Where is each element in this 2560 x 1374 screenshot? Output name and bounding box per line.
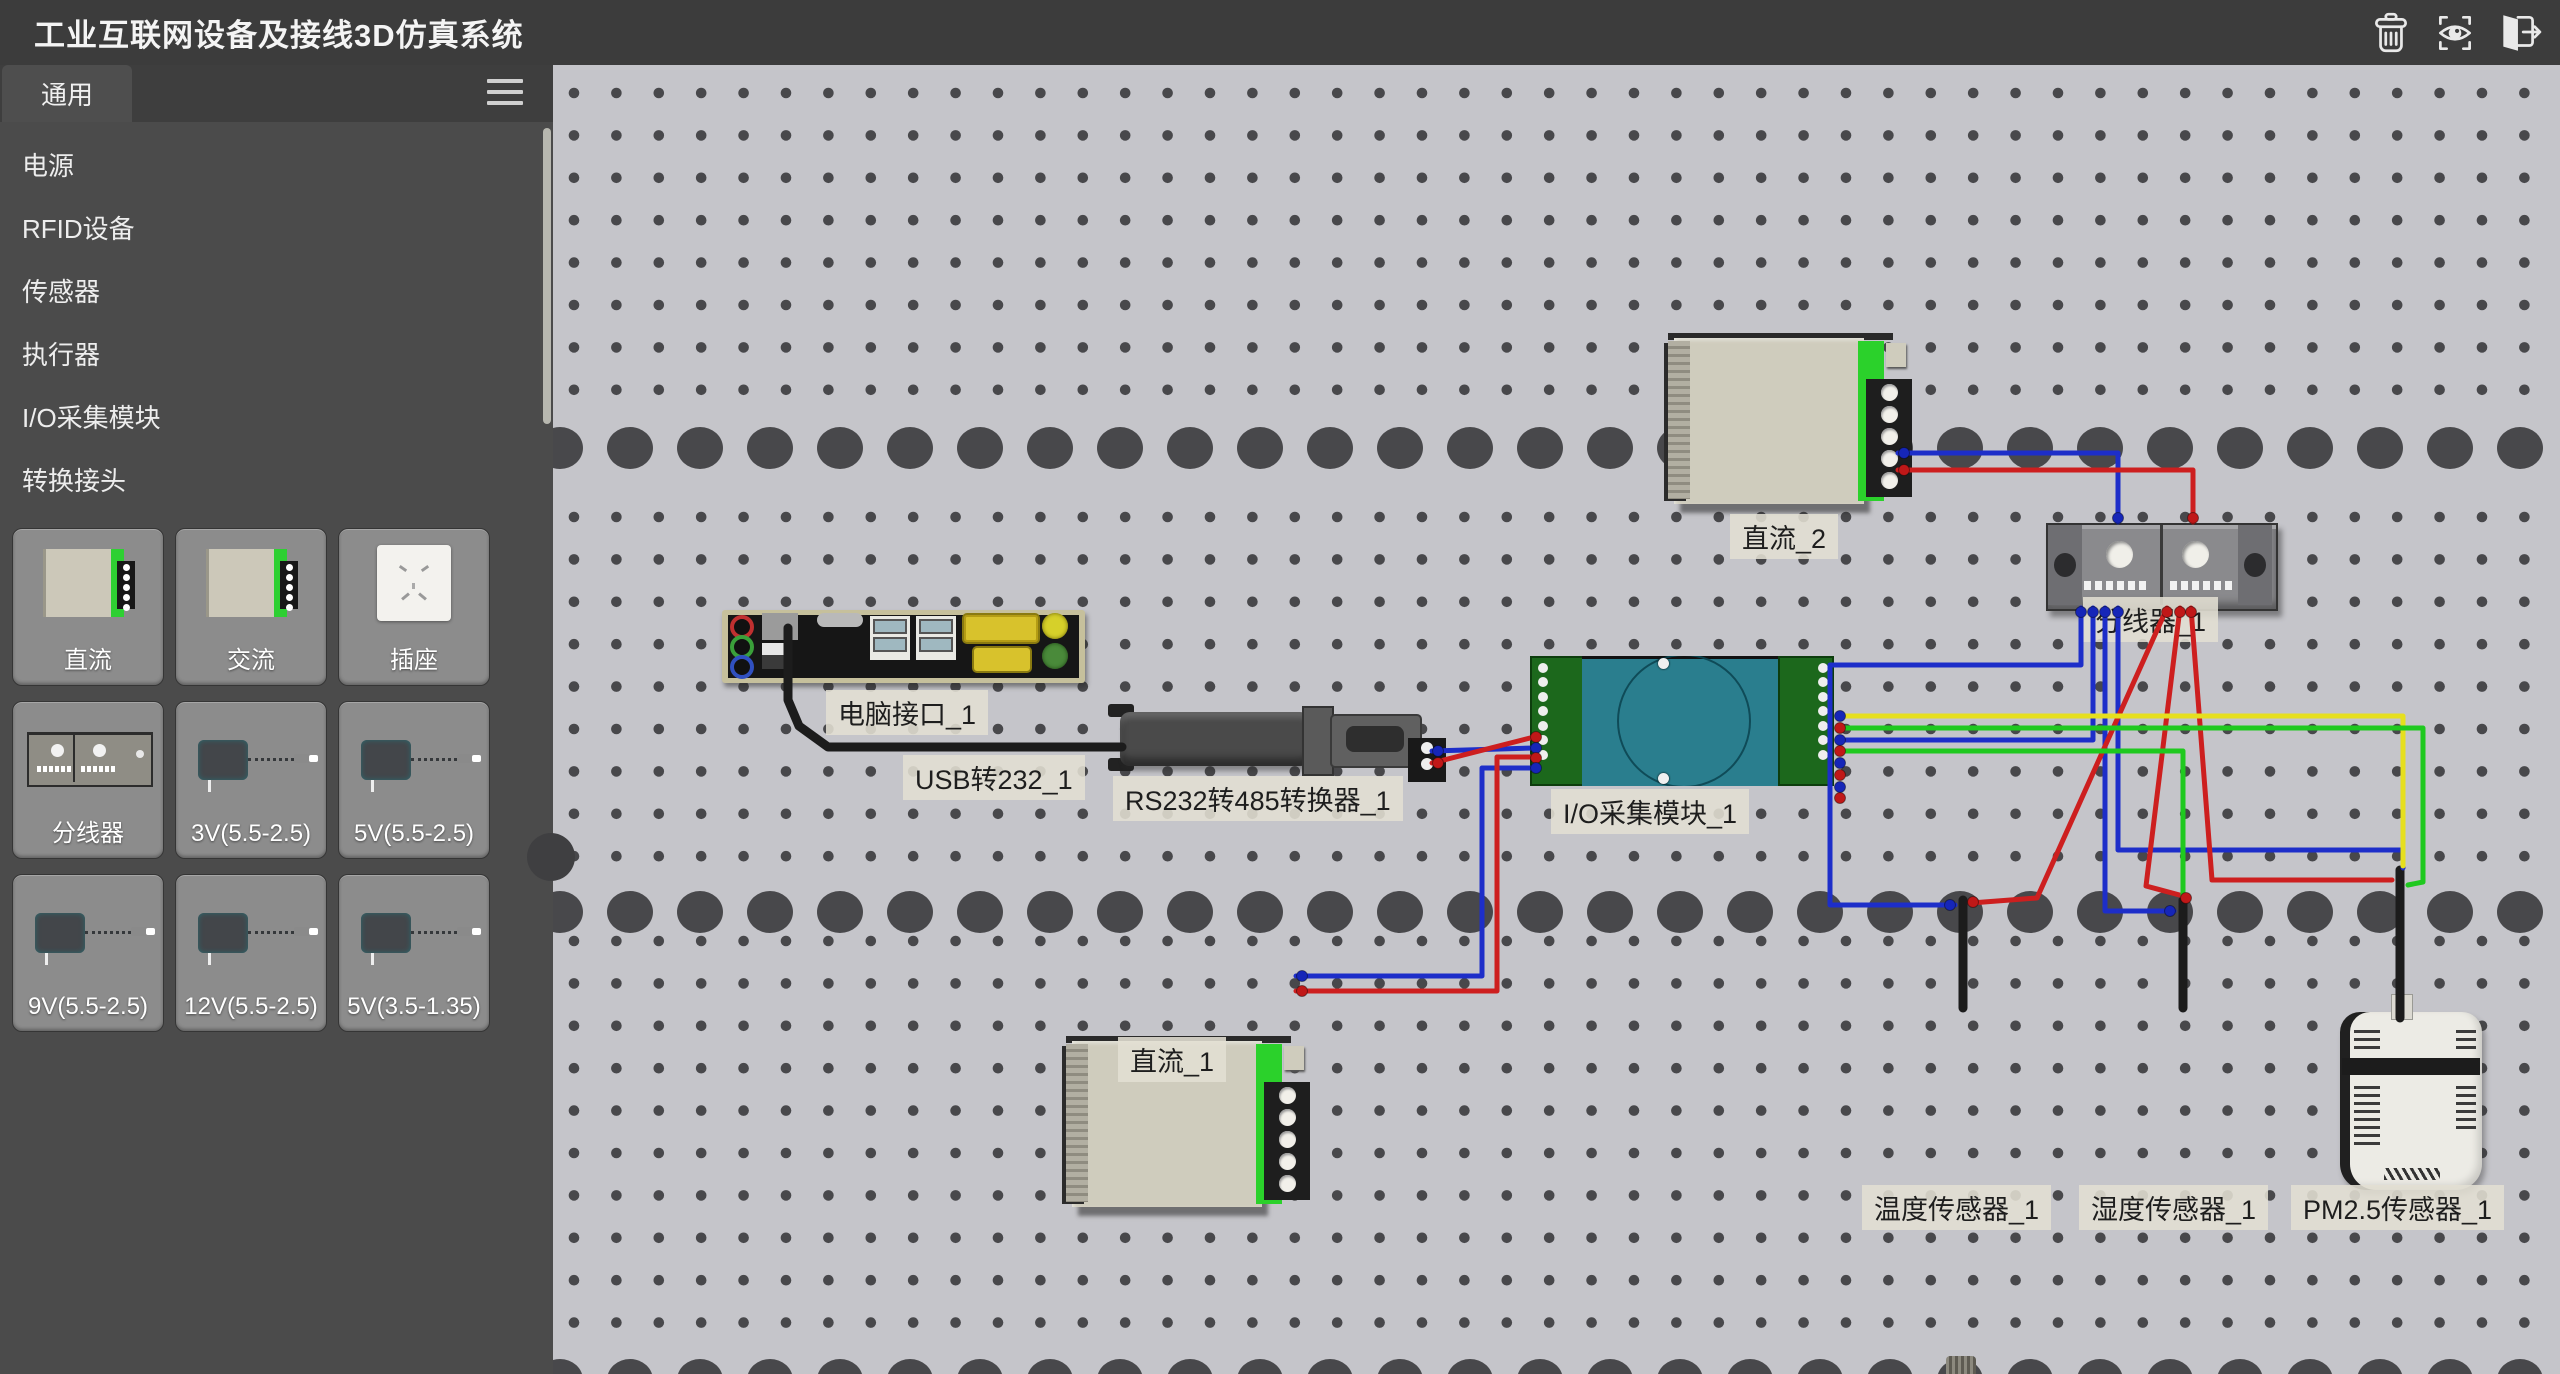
device-temperature-sensor[interactable] [1900, 1356, 2020, 1374]
label-hum-sensor: 湿度传感器_1 [2079, 1185, 2268, 1230]
adapter-thumbnail-icon [176, 875, 326, 985]
sidebar-category-5[interactable]: 转换接头 [0, 450, 553, 513]
component-card-7[interactable]: 12V(5.5-2.5) [175, 874, 327, 1032]
device-pc-interface[interactable] [722, 610, 1085, 683]
card-label: 5V(3.5-1.35) [339, 993, 489, 1021]
card-label: 5V(5.5-2.5) [339, 820, 489, 848]
label-usb232: USB转232_1 [903, 755, 1085, 800]
component-card-4[interactable]: 3V(5.5-2.5) [175, 701, 327, 859]
sidebar-tab-bar: 通用 [0, 65, 553, 122]
card-label: 分线器 [13, 813, 163, 848]
component-card-5[interactable]: 5V(5.5-2.5) [338, 701, 490, 859]
sidebar-category-3[interactable]: 执行器 [0, 324, 553, 387]
sidebar-category-1[interactable]: RFID设备 [0, 198, 553, 261]
card-label: 9V(5.5-2.5) [13, 993, 163, 1021]
adapter-thumbnail-icon [339, 702, 489, 812]
device-dc-power-2[interactable] [1668, 333, 1900, 511]
dc-thumbnail-icon [13, 529, 163, 639]
device-io-module[interactable] [1530, 656, 1834, 786]
label-rs485: RS232转485转换器_1 [1113, 776, 1403, 821]
toolbar [2366, 8, 2544, 58]
app-window: 工业互联网设备及接线3D仿真系统 [0, 0, 2560, 1374]
device-pm25-sensor[interactable] [2340, 1012, 2482, 1190]
component-card-grid: 直流交流插座分线器 3V(5.5-2.5) 5V(5.5-2.5) 9V(5.5-2.… [12, 528, 488, 1030]
component-card-1[interactable]: 交流 [175, 528, 327, 686]
exit-icon[interactable] [2494, 8, 2544, 58]
tab-general[interactable]: 通用 [2, 65, 132, 122]
label-splitter: 分线器_1 [2083, 597, 2218, 642]
trash-icon[interactable] [2366, 8, 2416, 58]
splitter-thumbnail-icon [13, 702, 163, 812]
app-title: 工业互联网设备及接线3D仿真系统 [34, 10, 524, 55]
card-label: 直流 [13, 640, 163, 675]
device-rs232-485-converter[interactable] [1100, 700, 1450, 784]
sidebar-scroll-knob[interactable] [527, 833, 575, 881]
category-list: 电源RFID设备传感器执行器I/O采集模块转换接头 [0, 135, 553, 513]
label-pc-interface: 电脑接口_1 [826, 690, 988, 735]
menu-icon[interactable] [487, 79, 523, 109]
adapter-thumbnail-icon [13, 875, 163, 985]
component-card-8[interactable]: 5V(3.5-1.35) [338, 874, 490, 1032]
component-card-3[interactable]: 分线器 [12, 701, 164, 859]
label-temp-sensor: 温度传感器_1 [1862, 1185, 2051, 1230]
world-layer: 直流_2 电脑接口_1 USB转232_1 RS232转485转换器_1 I/O… [553, 65, 2560, 1374]
top-bar: 工业互联网设备及接线3D仿真系统 [0, 0, 2560, 65]
dc-thumbnail-icon [176, 529, 326, 639]
card-label: 3V(5.5-2.5) [176, 820, 326, 848]
sidebar-category-2[interactable]: 传感器 [0, 261, 553, 324]
preview-icon[interactable] [2430, 8, 2480, 58]
card-label: 插座 [339, 640, 489, 675]
label-io-module: I/O采集模块_1 [1551, 789, 1749, 834]
component-card-2[interactable]: 插座 [338, 528, 490, 686]
component-card-0[interactable]: 直流 [12, 528, 164, 686]
adapter-thumbnail-icon [339, 875, 489, 985]
socket-thumbnail-icon [339, 529, 489, 639]
component-card-6[interactable]: 9V(5.5-2.5) [12, 874, 164, 1032]
sidebar-scrollbar[interactable] [543, 128, 551, 424]
sidebar-category-0[interactable]: 电源 [0, 135, 553, 198]
card-label: 交流 [176, 640, 326, 675]
adapter-thumbnail-icon [176, 702, 326, 812]
label-pm25-sensor: PM2.5传感器_1 [2291, 1185, 2504, 1230]
simulation-canvas[interactable]: 直流_2 电脑接口_1 USB转232_1 RS232转485转换器_1 I/O… [553, 65, 2560, 1374]
sidebar-category-4[interactable]: I/O采集模块 [0, 387, 553, 450]
component-sidebar: 通用 电源RFID设备传感器执行器I/O采集模块转换接头 直流交流插座分线器 3V… [0, 65, 553, 1374]
card-label: 12V(5.5-2.5) [176, 993, 326, 1021]
label-dc2: 直流_2 [1730, 514, 1838, 559]
label-dc1: 直流_1 [1118, 1037, 1226, 1082]
